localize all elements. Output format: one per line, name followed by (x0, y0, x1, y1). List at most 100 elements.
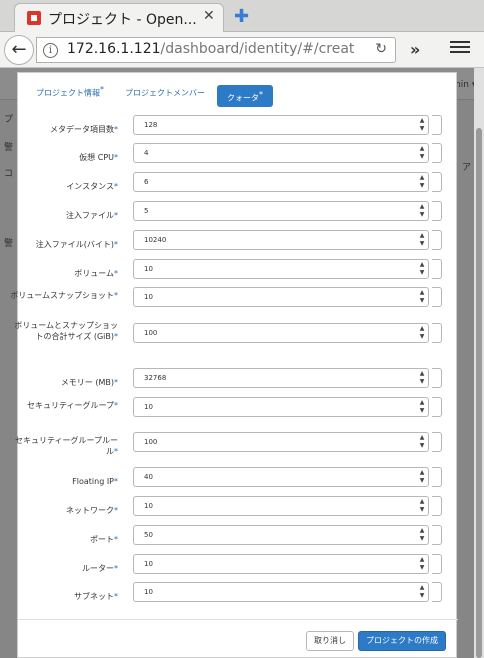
spinner-up-icon[interactable]: ▲ (417, 584, 427, 592)
spinner-down-icon[interactable]: ▼ (417, 442, 427, 450)
dialog-footer: 取り消し プロジェクトの作成 (18, 619, 458, 658)
hamburger-menu-icon[interactable] (450, 38, 470, 58)
field-value: 50 (144, 531, 153, 539)
quota-number-input[interactable]: 100 ▲ ▼ (133, 432, 429, 452)
quota-number-input[interactable]: 6 ▲ ▼ (133, 172, 429, 192)
field-value: 4 (144, 149, 149, 157)
quota-number-input[interactable]: 10 ▲ ▼ (133, 582, 429, 602)
spinner-down-icon[interactable]: ▼ (417, 333, 427, 341)
dialog-tabs: プロジェクト情報* プロジェクトメンバー クォータ* (18, 73, 458, 113)
spinner-up-icon[interactable]: ▲ (417, 203, 427, 211)
number-spinner[interactable]: ▲ ▼ (417, 203, 427, 219)
number-spinner[interactable]: ▲ ▼ (417, 261, 427, 277)
number-spinner[interactable]: ▲ ▼ (417, 232, 427, 248)
number-spinner[interactable]: ▲ ▼ (417, 469, 427, 485)
scrollbar-thumb[interactable] (476, 128, 482, 658)
number-spinner[interactable]: ▲ ▼ (417, 145, 427, 161)
quota-number-input[interactable]: 10 ▲ ▼ (133, 259, 429, 279)
spinner-up-icon[interactable]: ▲ (417, 174, 427, 182)
quota-number-input[interactable]: 10 ▲ ▼ (133, 554, 429, 574)
quota-number-input[interactable]: 10 ▲ ▼ (133, 397, 429, 417)
spinner-up-icon[interactable]: ▲ (417, 556, 427, 564)
spinner-down-icon[interactable]: ▼ (417, 592, 427, 600)
field-value: 128 (144, 121, 158, 129)
close-tab-icon[interactable]: ✕ (203, 8, 215, 24)
number-spinner[interactable]: ▲ ▼ (417, 325, 427, 341)
spinner-down-icon[interactable]: ▼ (417, 153, 427, 161)
field-addon (432, 259, 442, 279)
number-spinner[interactable]: ▲ ▼ (417, 434, 427, 450)
quota-number-input[interactable]: 10240 ▲ ▼ (133, 230, 429, 250)
create-project-button[interactable]: プロジェクトの作成 (358, 631, 446, 651)
field-label: Floating IP* (72, 477, 118, 486)
tab-quota[interactable]: クォータ* (217, 85, 273, 107)
spinner-up-icon[interactable]: ▲ (417, 289, 427, 297)
spinner-up-icon[interactable]: ▲ (417, 145, 427, 153)
spinner-down-icon[interactable]: ▼ (417, 564, 427, 572)
quota-number-input[interactable]: 10 ▲ ▼ (133, 287, 429, 307)
page-scrollbar[interactable] (474, 68, 484, 658)
field-addon (432, 496, 442, 516)
quota-number-input[interactable]: 50 ▲ ▼ (133, 525, 429, 545)
tab-project-info[interactable]: プロジェクト情報* (36, 85, 104, 99)
spinner-down-icon[interactable]: ▼ (417, 477, 427, 485)
field-label: セキュリティーグループルール* (14, 436, 118, 456)
spinner-up-icon[interactable]: ▲ (417, 498, 427, 506)
number-spinner[interactable]: ▲ ▼ (417, 174, 427, 190)
field-addon (432, 582, 442, 602)
spinner-down-icon[interactable]: ▼ (417, 269, 427, 277)
back-button[interactable]: ← (4, 35, 34, 65)
spinner-down-icon[interactable]: ▼ (417, 211, 427, 219)
spinner-up-icon[interactable]: ▲ (417, 399, 427, 407)
spinner-up-icon[interactable]: ▲ (417, 370, 427, 378)
field-addon (432, 143, 442, 163)
number-spinner[interactable]: ▲ ▼ (417, 399, 427, 415)
spinner-down-icon[interactable]: ▼ (417, 125, 427, 133)
field-addon (432, 323, 442, 343)
number-spinner[interactable]: ▲ ▼ (417, 584, 427, 600)
spinner-down-icon[interactable]: ▼ (417, 378, 427, 386)
spinner-down-icon[interactable]: ▼ (417, 182, 427, 190)
quota-number-input[interactable]: 5 ▲ ▼ (133, 201, 429, 221)
number-spinner[interactable]: ▲ ▼ (417, 370, 427, 386)
reload-icon[interactable]: ↻ (375, 41, 387, 57)
spinner-up-icon[interactable]: ▲ (417, 434, 427, 442)
field-value: 32768 (144, 374, 167, 382)
spinner-down-icon[interactable]: ▼ (417, 407, 427, 415)
quota-number-input[interactable]: 128 ▲ ▼ (133, 115, 429, 135)
spinner-down-icon[interactable]: ▼ (417, 535, 427, 543)
nav-toolbar: ← i 172.16.1.121/dashboard/identity/#/cr… (0, 32, 484, 68)
field-addon (432, 230, 442, 250)
number-spinner[interactable]: ▲ ▼ (417, 498, 427, 514)
site-info-icon[interactable]: i (43, 43, 58, 58)
quota-number-input[interactable]: 10 ▲ ▼ (133, 496, 429, 516)
spinner-down-icon[interactable]: ▼ (417, 506, 427, 514)
number-spinner[interactable]: ▲ ▼ (417, 527, 427, 543)
cancel-button[interactable]: 取り消し (306, 631, 354, 651)
quota-number-input[interactable]: 100 ▲ ▼ (133, 323, 429, 343)
quota-number-input[interactable]: 32768 ▲ ▼ (133, 368, 429, 388)
spinner-up-icon[interactable]: ▲ (417, 261, 427, 269)
spinner-up-icon[interactable]: ▲ (417, 469, 427, 477)
field-value: 10 (144, 265, 153, 273)
quota-number-input[interactable]: 40 ▲ ▼ (133, 467, 429, 487)
spinner-down-icon[interactable]: ▼ (417, 297, 427, 305)
field-label: 仮想 CPU* (79, 153, 118, 162)
spinner-up-icon[interactable]: ▲ (417, 325, 427, 333)
quota-number-input[interactable]: 4 ▲ ▼ (133, 143, 429, 163)
overflow-icon[interactable]: » (410, 40, 420, 59)
spinner-up-icon[interactable]: ▲ (417, 117, 427, 125)
browser-tab[interactable]: プロジェクト - Open... ✕ (14, 3, 224, 33)
new-tab-icon[interactable]: ✚ (234, 6, 249, 27)
field-value: 100 (144, 329, 158, 337)
number-spinner[interactable]: ▲ ▼ (417, 556, 427, 572)
number-spinner[interactable]: ▲ ▼ (417, 289, 427, 305)
tab-project-members[interactable]: プロジェクトメンバー (125, 85, 205, 99)
field-addon (432, 432, 442, 452)
spinner-up-icon[interactable]: ▲ (417, 232, 427, 240)
spinner-up-icon[interactable]: ▲ (417, 527, 427, 535)
spinner-down-icon[interactable]: ▼ (417, 240, 427, 248)
field-value: 5 (144, 207, 149, 215)
number-spinner[interactable]: ▲ ▼ (417, 117, 427, 133)
url-bar[interactable]: i 172.16.1.121/dashboard/identity/#/crea… (36, 37, 396, 63)
